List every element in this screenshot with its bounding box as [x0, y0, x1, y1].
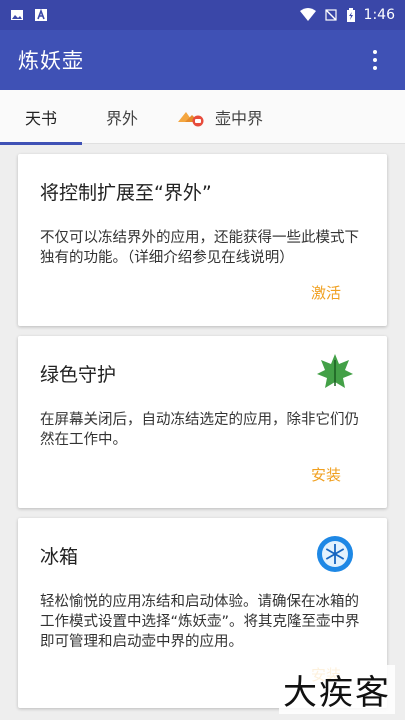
tab-huzhongjie[interactable]: 壶中界 [170, 90, 270, 144]
status-time: 1:46 [363, 7, 395, 23]
activate-button[interactable]: 激活 [311, 282, 341, 303]
tab-tianshu[interactable]: 天书 [0, 90, 82, 145]
image-icon [11, 10, 23, 20]
tab-label: 壶中界 [214, 108, 263, 128]
no-signal-icon [324, 9, 337, 21]
card-title: 将控制扩展至“界外” [40, 182, 212, 204]
watermark: 大疾客 [279, 665, 395, 714]
wifi-icon [299, 8, 316, 21]
card-body: 在屏幕关闭后，自动冻结选定的应用，除非它们仍然在工作中。 [40, 412, 359, 448]
card-extend-control: 将控制扩展至“界外” 不仅可以冻结界外的应用，还能获得一些此模式下独有的功能。（… [18, 154, 387, 326]
app-bar: 炼妖壶 [0, 30, 405, 90]
app-title: 炼妖壶 [18, 49, 84, 73]
tab-label: 天书 [24, 108, 57, 128]
tab-label: 界外 [105, 108, 138, 128]
greenify-leaf-icon [317, 354, 353, 388]
card-body: 不仅可以冻结界外的应用，还能获得一些此模式下独有的功能。（详细介绍参见在线说明） [40, 230, 359, 266]
status-bar: 1:46 [0, 0, 405, 30]
text-a-icon [35, 8, 47, 21]
island-icon [177, 111, 204, 126]
card-title: 绿色守护 [40, 364, 117, 386]
card-title: 冰箱 [40, 546, 79, 568]
ice-box-snowflake-icon [317, 536, 353, 572]
more-vert-icon[interactable] [363, 45, 387, 75]
card-body: 轻松愉悦的应用冻结和启动体验。请确保在冰箱的工作模式设置中选择“炼妖壶”。将其克… [40, 594, 360, 650]
install-greenify-button[interactable]: 安装 [311, 464, 341, 485]
card-greenify: 绿色守护 在屏幕关闭后，自动冻结选定的应用，除非它们仍然在工作中。 安装 [18, 336, 387, 508]
tab-jiewai[interactable]: 界外 [82, 90, 162, 144]
battery-icon [346, 8, 355, 22]
tab-bar: 天书 界外 壶中界 [0, 90, 405, 145]
